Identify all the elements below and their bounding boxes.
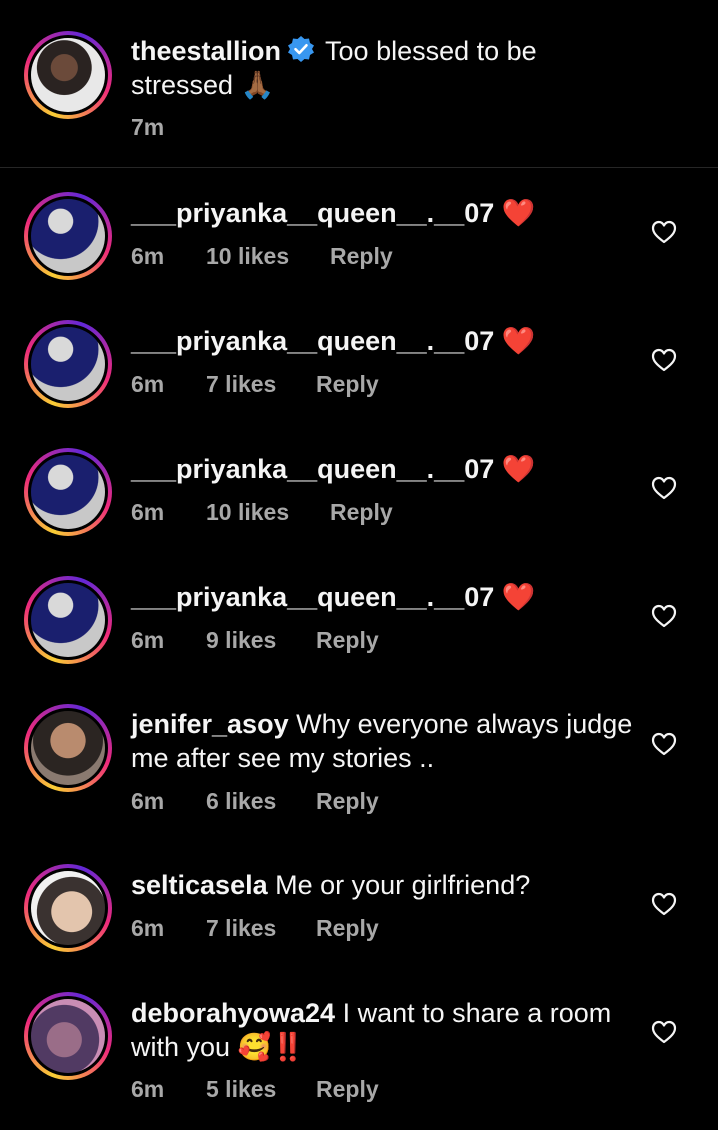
comment-text-block: ___priyanka__queen__.__07 ❤️ xyxy=(131,452,638,486)
reply-button[interactable]: Reply xyxy=(316,788,379,815)
caption-time: 7m xyxy=(131,114,165,140)
comment-time: 6m xyxy=(131,627,165,653)
commenter-avatar[interactable] xyxy=(24,192,112,280)
comment-username[interactable]: ___priyanka__queen__.__07 xyxy=(131,582,494,612)
comment-text-block: deborahyowa24 I want to share a room wit… xyxy=(131,996,638,1064)
comment-likes[interactable]: 10 likes xyxy=(206,243,330,270)
comment-meta: 6m 7 likes Reply xyxy=(131,371,379,398)
comment-meta: 6m 6 likes Reply xyxy=(131,788,379,815)
owner-avatar-image xyxy=(31,38,105,112)
owner-avatar[interactable] xyxy=(24,31,112,119)
comment-username[interactable]: deborahyowa24 xyxy=(131,998,335,1028)
heart-outline-icon[interactable] xyxy=(651,892,677,916)
comment-text-block: ___priyanka__queen__.__07 ❤️ xyxy=(131,196,638,230)
comment-likes[interactable]: 6 likes xyxy=(206,788,316,815)
reply-button[interactable]: Reply xyxy=(316,915,379,942)
commenter-avatar-image xyxy=(31,583,105,657)
commenter-avatar[interactable] xyxy=(24,448,112,536)
reply-button[interactable]: Reply xyxy=(316,627,379,654)
comment-emoji: 🥰‼️ xyxy=(237,1032,305,1062)
heart-outline-icon[interactable] xyxy=(651,604,677,628)
comment-username[interactable]: ___priyanka__queen__.__07 xyxy=(131,454,494,484)
commenter-avatar-image xyxy=(31,999,105,1073)
comment-time: 6m xyxy=(131,499,165,525)
reply-button[interactable]: Reply xyxy=(316,371,379,398)
heart-outline-icon[interactable] xyxy=(651,476,677,500)
commenter-avatar-image xyxy=(31,199,105,273)
comment-likes[interactable]: 7 likes xyxy=(206,371,316,398)
commenter-avatar[interactable] xyxy=(24,576,112,664)
comment-likes[interactable]: 5 likes xyxy=(206,1076,316,1103)
heart-outline-icon[interactable] xyxy=(651,732,677,756)
comment-username[interactable]: selticasela xyxy=(131,870,268,900)
comment-meta: 6m 10 likes Reply xyxy=(131,499,393,526)
commenter-avatar[interactable] xyxy=(24,704,112,792)
commenter-avatar[interactable] xyxy=(24,992,112,1080)
caption-emoji: 🙏🏾 xyxy=(240,70,275,100)
heart-outline-icon[interactable] xyxy=(651,220,677,244)
commenter-avatar[interactable] xyxy=(24,864,112,952)
caption-text-block: theestallion Too blessed to be stressed 🙏… xyxy=(131,34,568,102)
comment-username[interactable]: jenifer_asoy xyxy=(131,709,289,739)
comment-text: Me or your girlfriend? xyxy=(275,870,531,900)
commenter-avatar-image xyxy=(31,327,105,401)
caption-meta: 7m xyxy=(131,114,164,141)
comment-emoji: ❤️ xyxy=(501,198,536,228)
reply-button[interactable]: Reply xyxy=(330,499,393,526)
commenter-avatar-image xyxy=(31,871,105,945)
comment-meta: 6m 9 likes Reply xyxy=(131,627,379,654)
comment-username[interactable]: ___priyanka__queen__.__07 xyxy=(131,326,494,356)
caption-username[interactable]: theestallion xyxy=(131,36,281,66)
comment-meta: 6m 5 likes Reply xyxy=(131,1076,379,1103)
reply-button[interactable]: Reply xyxy=(316,1076,379,1103)
comment-emoji: ❤️ xyxy=(501,326,536,356)
post-caption: theestallion Too blessed to be stressed 🙏… xyxy=(0,0,718,168)
comment-text-block: jenifer_asoy Why everyone always judge m… xyxy=(131,707,638,775)
reply-button[interactable]: Reply xyxy=(330,243,393,270)
comment-likes[interactable]: 7 likes xyxy=(206,915,316,942)
comment-time: 6m xyxy=(131,243,165,269)
comment-time: 6m xyxy=(131,371,165,397)
comment-text-block: ___priyanka__queen__.__07 ❤️ xyxy=(131,324,638,358)
verified-badge-icon xyxy=(288,36,315,62)
commenter-avatar-image xyxy=(31,455,105,529)
comment-meta: 6m 7 likes Reply xyxy=(131,915,379,942)
comment-likes[interactable]: 9 likes xyxy=(206,627,316,654)
commenter-avatar-image xyxy=(31,711,105,785)
commenter-avatar[interactable] xyxy=(24,320,112,408)
comment-likes[interactable]: 10 likes xyxy=(206,499,330,526)
comment-meta: 6m 10 likes Reply xyxy=(131,243,393,270)
comment-text-block: selticasela Me or your girlfriend? xyxy=(131,868,638,902)
comment-time: 6m xyxy=(131,915,165,941)
comment-emoji: ❤️ xyxy=(501,582,536,612)
comment-emoji: ❤️ xyxy=(501,454,536,484)
comment-time: 6m xyxy=(131,788,165,814)
comment-username[interactable]: ___priyanka__queen__.__07 xyxy=(131,198,494,228)
heart-outline-icon[interactable] xyxy=(651,1020,677,1044)
comment-text-block: ___priyanka__queen__.__07 ❤️ xyxy=(131,580,638,614)
comment-time: 6m xyxy=(131,1076,165,1102)
heart-outline-icon[interactable] xyxy=(651,348,677,372)
